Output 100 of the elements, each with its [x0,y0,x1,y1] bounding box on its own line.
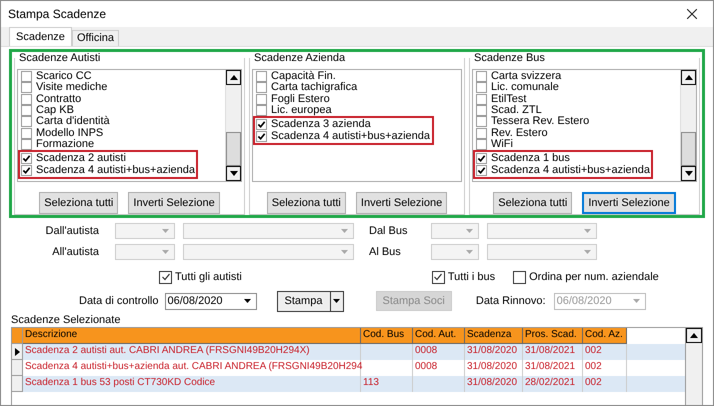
checkbox[interactable] [21,94,32,105]
item-label: EtilTest [490,94,526,105]
checkbox[interactable] [476,116,487,128]
filter-label: Al Bus [369,246,402,258]
checkbox[interactable] [476,94,487,105]
item-label: Carta svizzera [490,71,562,82]
column-header[interactable]: Cod. Aut. [413,328,465,344]
checkbox[interactable] [21,164,32,176]
checkbox[interactable] [256,94,268,105]
item-label: Contratto [36,94,82,105]
group-title: Scadenze Bus [472,52,546,63]
checkbox[interactable] [476,153,487,164]
table-title: Scadenze Selezionate [11,314,122,326]
item-label: Scadenza 4 autisti+bus+azienda [490,164,650,176]
item-label: Fogli Estero [271,94,330,105]
date-picker[interactable]: 06/08/2020 [164,292,256,310]
checkbox[interactable] [159,270,172,284]
date-label: Data di controllo [79,295,158,307]
column-header[interactable]: Scadenza [465,328,523,344]
name-dropdown[interactable] [487,222,597,238]
name-dropdown[interactable] [183,244,354,260]
scroll-button[interactable] [686,328,702,343]
group-button[interactable]: Inverti Selezione [582,192,676,214]
checkbox[interactable] [476,71,487,82]
caret-icon [584,228,591,232]
caret-icon [341,250,348,254]
checkbox[interactable] [476,82,487,94]
checkbox[interactable] [21,105,32,116]
tab[interactable]: Officina [72,30,120,46]
column-header[interactable]: Cod. Bus [361,328,413,344]
checkbox[interactable] [476,105,487,116]
group-title: Scadenze Azienda [253,52,346,63]
checkbox[interactable] [21,116,32,128]
checkbox[interactable] [256,130,268,142]
scroll-button[interactable] [226,70,242,85]
scroll-button[interactable] [226,166,242,181]
caret-icon [466,250,473,254]
dropdown-button[interactable] [330,292,342,310]
row-header[interactable] [12,344,23,360]
scroll-thumb[interactable] [226,132,242,166]
column-header[interactable]: Pros. Scad. [523,328,583,344]
table-cell: 002 [583,376,627,392]
checkbox[interactable] [476,164,487,176]
item-label: WiFi [490,138,513,150]
checkbox[interactable] [476,128,487,139]
code-dropdown[interactable] [431,244,479,260]
filter-label: Dall'autista [44,224,100,236]
name-dropdown[interactable] [487,244,597,260]
tab[interactable]: Scadenze [9,27,72,46]
checkbox[interactable] [21,82,32,94]
checkbox[interactable] [256,105,268,116]
checkbox[interactable] [21,128,32,139]
caret-icon [162,250,169,254]
triangle-up-icon [230,75,238,80]
checkbox[interactable] [256,119,268,130]
checkbox[interactable] [21,71,32,82]
code-dropdown[interactable] [115,244,175,260]
item-label: Scadenza 4 autisti+bus+azienda [36,164,196,176]
table-cell: 113 [361,376,413,392]
checkbox[interactable] [432,270,445,284]
caret-icon [333,299,340,303]
scrollbar[interactable] [685,328,702,405]
group-button[interactable]: Inverti Selezione [356,192,448,214]
checkbox[interactable] [21,138,32,150]
item-label: Scadenza 3 azienda [271,119,371,130]
column-header[interactable]: Cod. Az. [583,328,627,344]
caret-icon [584,250,591,254]
name-dropdown[interactable] [183,222,354,238]
checkbox-label: Tutti i bus [448,271,496,283]
checkbox-label: Tutti gli autisti [175,271,242,283]
code-dropdown[interactable] [431,222,479,238]
checkbox[interactable] [513,270,526,284]
scroll-thumb[interactable] [681,132,696,166]
triangle-up-icon [690,333,698,338]
item-label: Lic. europea [271,105,332,116]
group-button[interactable]: Seleziona tutti [39,192,118,214]
caret-icon [466,228,473,232]
code-dropdown[interactable] [115,222,175,238]
checkbox[interactable] [256,82,268,94]
scroll-button[interactable] [681,70,696,85]
checkbox[interactable] [256,71,268,82]
column-header[interactable]: Descrizione [23,328,361,344]
item-label: Carta d'identità [36,116,110,128]
triangle-up-icon [684,75,692,80]
scroll-button[interactable] [681,166,696,181]
table-cell: Scadenza 1 bus 53 posti CT730KD Codice [23,376,361,392]
group-button[interactable]: Seleziona tutti [266,192,346,214]
caret-icon [244,299,250,303]
item-label: Rev. Estero [490,128,548,139]
item-label: Scadenza 4 autisti+bus+azienda [271,130,430,142]
item-label: Scad. ZTL [490,105,542,116]
checkbox[interactable] [21,153,32,164]
checkbox[interactable] [476,138,487,150]
current-row-icon [14,348,20,356]
group-button[interactable]: Inverti Selezione [128,192,220,214]
item-label: Visite mediche [36,82,108,94]
item-label: Scadenza 1 bus [490,153,570,164]
filter-label: All'autista [51,246,100,258]
group-button[interactable]: Seleziona tutti [493,192,572,214]
close-icon[interactable] [687,9,697,19]
